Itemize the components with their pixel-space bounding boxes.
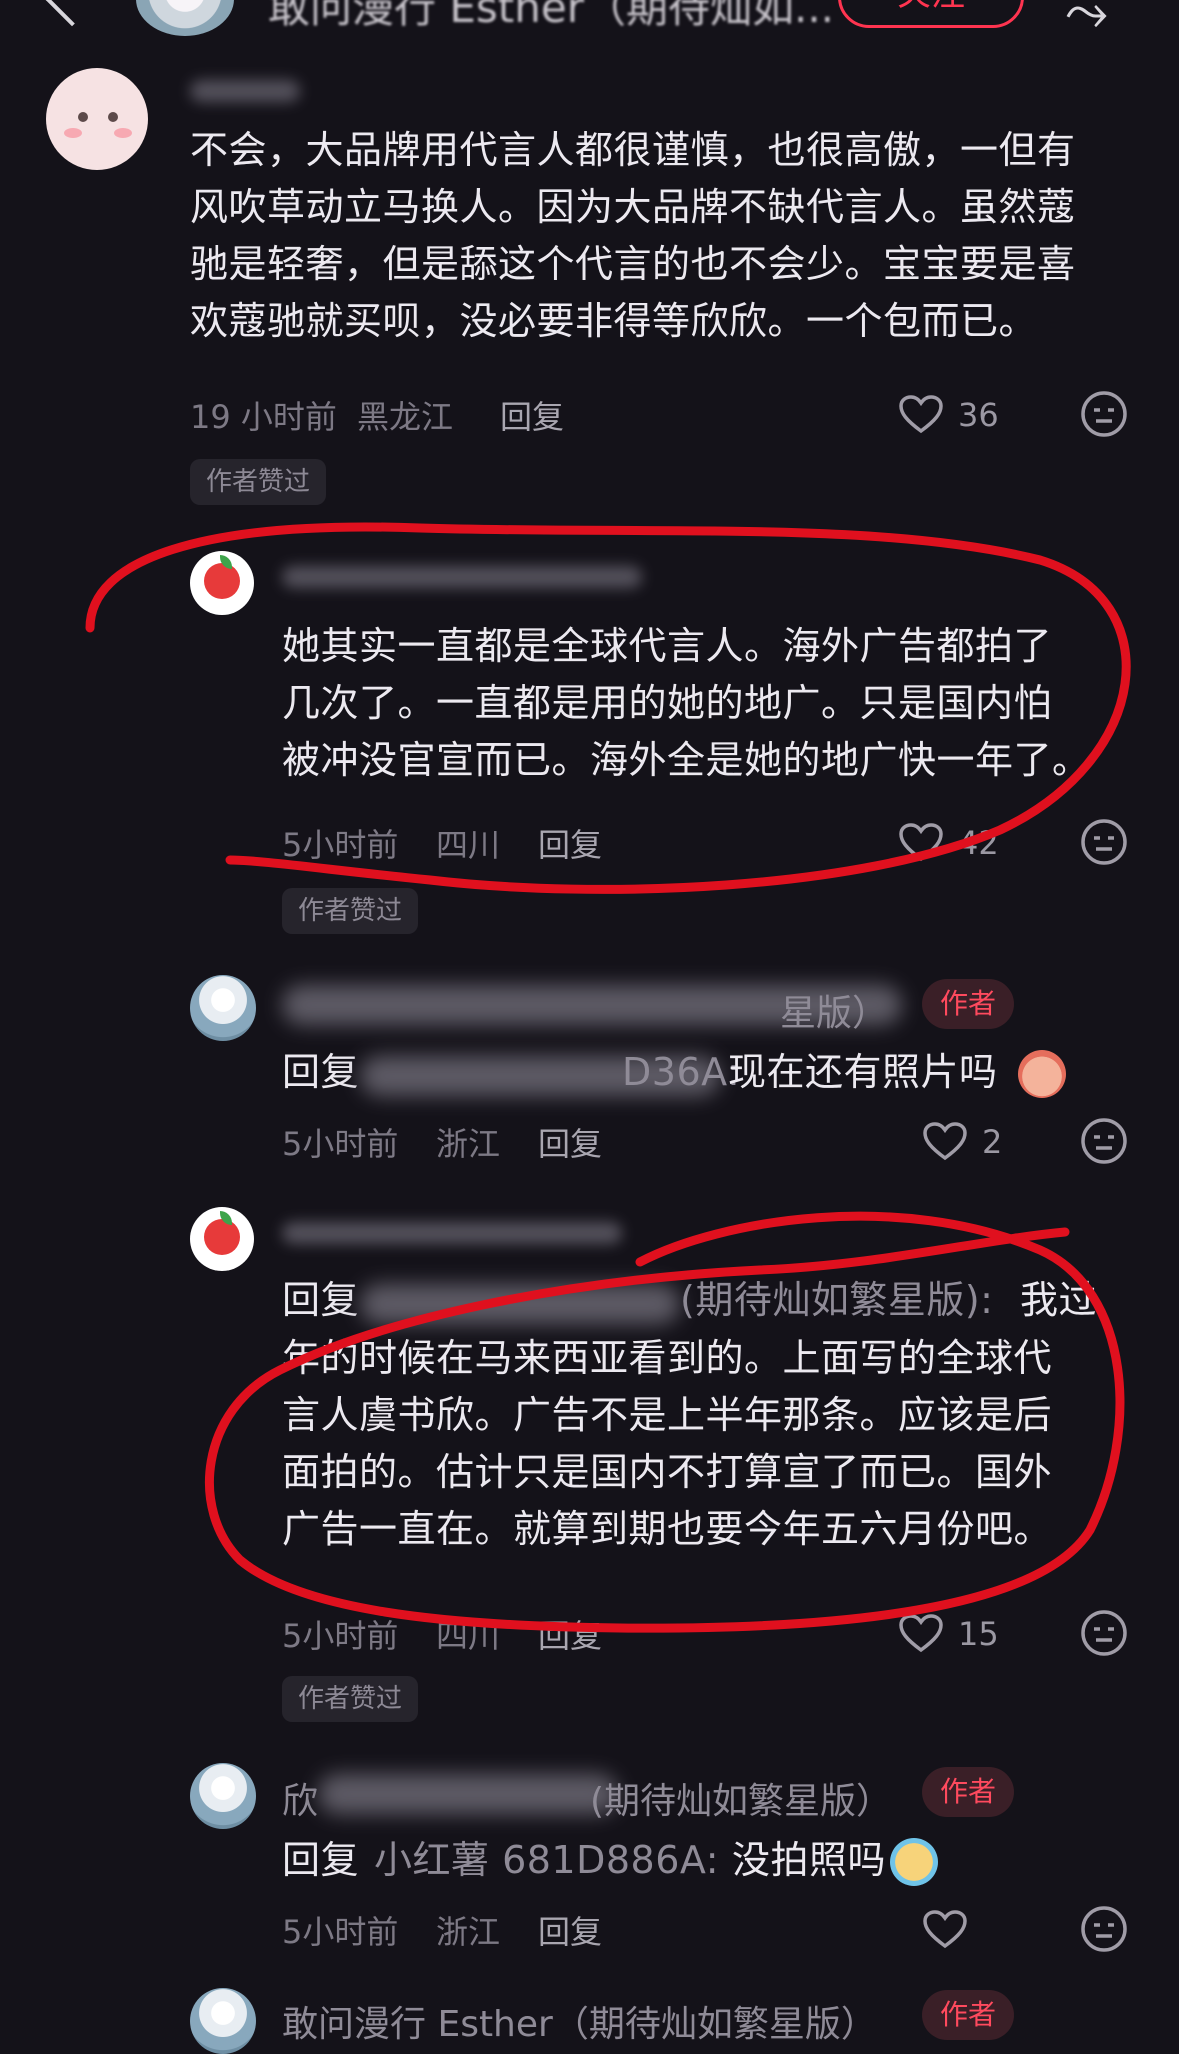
comment-meta-location: 浙江 [436, 1913, 501, 1951]
apple-icon [204, 563, 240, 599]
reply-button[interactable]: 回复 [538, 1907, 602, 1953]
comment-meta-time: 5小时前 [282, 826, 399, 864]
comment-meta-time: 19 小时前 [190, 398, 337, 436]
avatar-blush [64, 128, 82, 138]
author-avatar[interactable] [136, 0, 234, 36]
reply-button[interactable]: 回复 [538, 1119, 602, 1165]
apple-icon [204, 1219, 240, 1255]
emoji-sticker [1018, 1050, 1066, 1098]
comment-meta-time: 5小时前 [282, 1617, 399, 1655]
username-suffix: 星版） [780, 993, 889, 1034]
comment-meta-location: 四川 [436, 1617, 501, 1655]
like-count: 42 [958, 824, 999, 862]
avatar-blush [114, 128, 132, 138]
username[interactable] [190, 80, 300, 102]
avatar[interactable] [190, 1763, 256, 1829]
page-title: 敢问漫行 Esther（期待灿如... [268, 0, 835, 32]
avatar-eye [78, 112, 88, 122]
emoji-reaction-icon[interactable] [1080, 818, 1128, 866]
reply-target[interactable]: 小红薯 681D886A: [374, 1832, 719, 1889]
avatar[interactable] [190, 1207, 254, 1271]
share-icon[interactable]: ⤳ [1065, 0, 1108, 44]
comment-text: 现在还有照片吗 [728, 1050, 998, 1094]
reply-prefix: 回复 [282, 1278, 360, 1322]
reply-target[interactable] [360, 1284, 680, 1324]
username[interactable]: 敢问漫行 Esther（期待灿如繁星版） [282, 1995, 877, 2047]
heart-icon[interactable] [898, 1613, 944, 1653]
like-count: 15 [958, 1615, 999, 1653]
reply-target-tail: (期待灿如繁星版): [680, 1278, 994, 1322]
emoji-reaction-icon[interactable] [1080, 1117, 1128, 1165]
username[interactable] [282, 566, 642, 588]
reply-prefix: 回复 [282, 1050, 360, 1094]
like-count: 36 [958, 396, 999, 434]
comment-text: 不会，大品牌用代言人都很谨慎，也很高傲，一但有 风吹草动立马换人。因为大品牌不缺… [190, 128, 1076, 343]
comment-meta-time: 5小时前 [282, 1125, 399, 1163]
comment-meta-location: 黑龙江 [357, 398, 454, 436]
emoji-sticker [890, 1838, 938, 1886]
like-count: 2 [982, 1123, 1003, 1161]
back-arrow-icon[interactable] [43, 0, 101, 27]
reply-button[interactable]: 回复 [538, 1611, 602, 1657]
emoji-reaction-icon[interactable] [1080, 390, 1128, 438]
avatar[interactable] [190, 1988, 256, 2054]
avatar-eye [108, 112, 118, 122]
username[interactable] [318, 1774, 618, 1814]
author-badge: 作者 [922, 1767, 1014, 1817]
follow-button[interactable]: 关注 [838, 0, 1024, 28]
heart-icon[interactable] [898, 822, 944, 862]
comment-meta-time: 5小时前 [282, 1913, 399, 1951]
avatar[interactable] [190, 975, 256, 1041]
comment-text-first: 我过 [1020, 1278, 1098, 1322]
comment-text: 她其实一直都是全球代言人。海外广告都拍了 几次了。一直都是用的她的地广。只是国内… [282, 624, 1091, 782]
author-badge: 作者 [922, 1990, 1014, 2040]
username-head: 欣 [282, 1781, 319, 1822]
comment-text: 没拍照吗 [732, 1838, 887, 1882]
reply-button[interactable]: 回复 [538, 820, 602, 866]
author-liked-tag: 作者赞过 [282, 888, 419, 934]
username-suffix: (期待灿如繁星版） [590, 1781, 893, 1822]
comment-text: 年的时候在马来西亚看到的。上面写的全球代 言人虞书欣。广告不是上半年那条。应该是… [282, 1336, 1053, 1551]
avatar[interactable] [190, 551, 254, 615]
comment-meta-location: 浙江 [436, 1125, 501, 1163]
author-liked-tag: 作者赞过 [282, 1676, 419, 1722]
heart-icon[interactable] [922, 1909, 968, 1949]
author-badge: 作者 [922, 979, 1014, 1029]
heart-icon[interactable] [898, 394, 944, 434]
username[interactable] [282, 1222, 622, 1244]
reply-button[interactable]: 回复 [500, 392, 564, 438]
author-liked-tag: 作者赞过 [190, 459, 327, 505]
heart-icon[interactable] [922, 1121, 968, 1161]
emoji-reaction-icon[interactable] [1080, 1905, 1128, 1953]
top-bar: 敢问漫行 Esther（期待灿如... 关注 ⤳ [0, 0, 1179, 58]
reply-prefix: 回复 [282, 1838, 360, 1882]
comment-meta-location: 四川 [436, 826, 501, 864]
avatar[interactable] [46, 68, 148, 170]
reply-target-tail: D36A: [622, 1050, 741, 1094]
emoji-reaction-icon[interactable] [1080, 1609, 1128, 1657]
